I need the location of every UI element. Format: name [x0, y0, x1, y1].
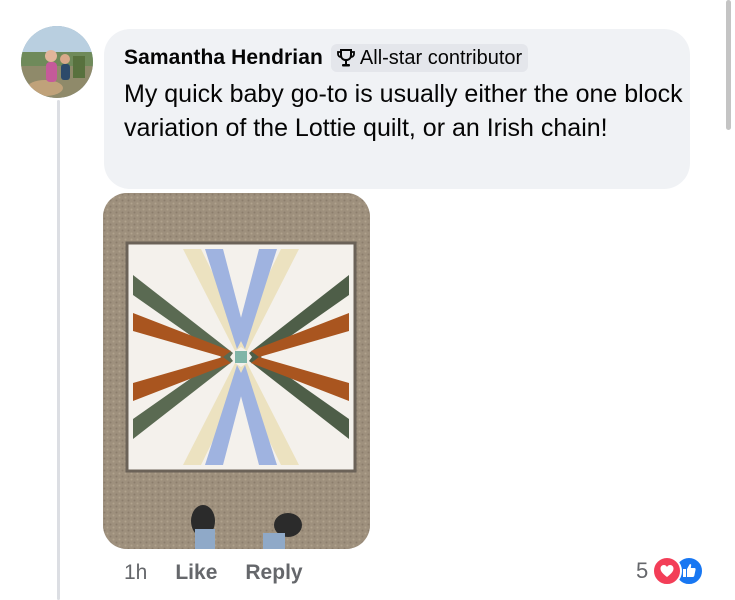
comment-text: My quick baby go-to is usually either th…: [124, 80, 683, 142]
avatar[interactable]: [21, 26, 93, 98]
comment-bubble: Samantha Hendrian All-star contributor M…: [104, 29, 690, 189]
love-icon: [652, 556, 683, 586]
thread-line: [57, 100, 60, 600]
trophy-icon: [335, 47, 357, 69]
reaction-count: 5: [636, 558, 649, 583]
like-button[interactable]: Like: [175, 561, 217, 585]
comment-actions: 1h Like Reply: [124, 557, 331, 589]
comment-photo[interactable]: [103, 193, 370, 549]
comment-timestamp[interactable]: 1h: [124, 561, 147, 585]
comment-header: Samantha Hendrian All-star contributor: [124, 43, 670, 73]
reaction-summary[interactable]: 5: [636, 555, 705, 587]
scrollbar[interactable]: [726, 0, 731, 130]
contributor-badge[interactable]: All-star contributor: [330, 44, 529, 72]
reply-button[interactable]: Reply: [245, 561, 302, 585]
author-name[interactable]: Samantha Hendrian: [124, 46, 323, 70]
badge-label: All-star contributor: [359, 46, 523, 69]
